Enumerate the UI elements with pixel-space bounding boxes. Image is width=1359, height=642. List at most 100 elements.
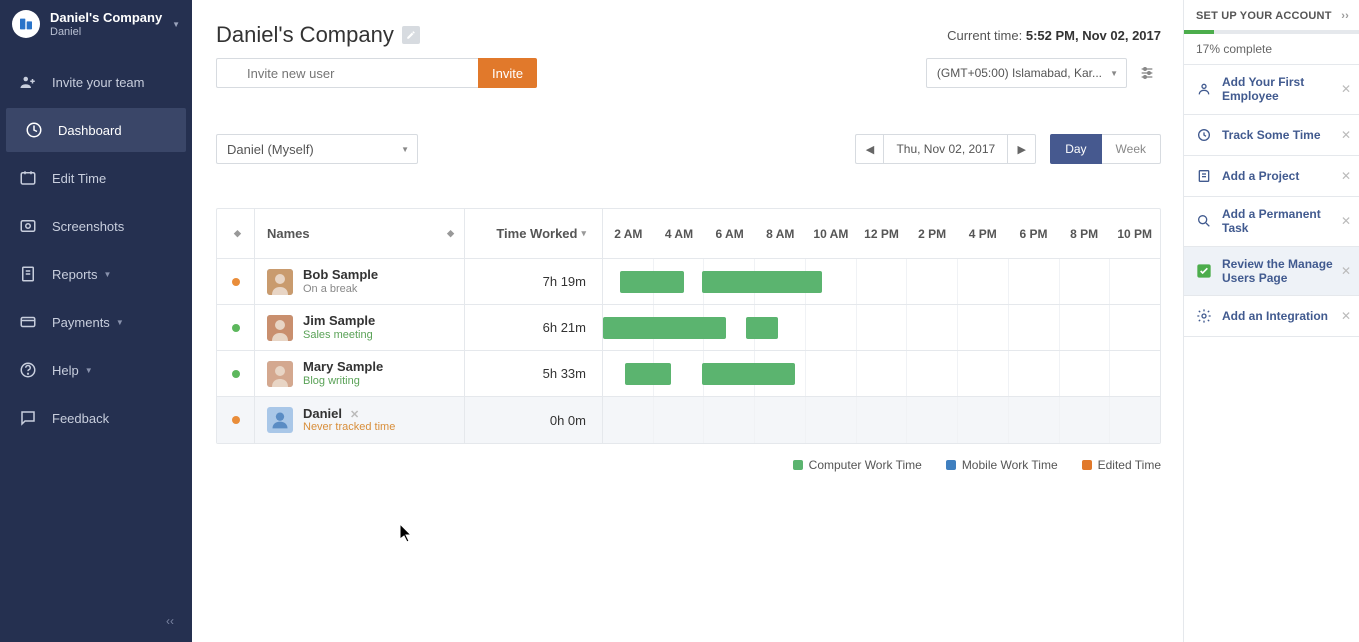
setup-task-item[interactable]: Add an Integration✕ [1184,296,1359,337]
sidebar-item-payments[interactable]: Payments▼ [0,300,192,344]
invite-button[interactable]: Invite [478,58,537,88]
setup-task-item[interactable]: Add Your First Employee✕ [1184,65,1359,115]
person-name: Mary Sample [303,360,383,374]
help-icon [18,360,38,380]
setup-percent-label: 17% complete [1184,42,1359,64]
avatar [267,407,293,433]
name-cell: Jim Sample Sales meeting [255,305,465,350]
sidebar-collapse-icon[interactable]: ‹‹ [166,614,174,628]
panel-collapse-icon[interactable]: ›› [1341,10,1349,22]
status-cell [217,305,255,350]
setup-task-label: Add Your First Employee [1222,75,1341,104]
sort-icon: ◆ [234,228,241,239]
remove-icon[interactable]: ✕ [350,409,359,421]
sort-icon: ◆ [447,228,454,239]
edit-title-button[interactable] [402,26,420,44]
view-week-button[interactable]: Week [1102,134,1161,164]
project-icon [1194,166,1214,186]
setup-task-label: Track Some Time [1222,128,1321,142]
person-status: Never tracked time [303,421,395,433]
hour-label: 2 AM [603,209,654,258]
hour-label: 2 PM [907,209,958,258]
user-filter-select[interactable]: Daniel (Myself) ▼ [216,134,418,164]
sidebar-item-label: Edit Time [52,171,106,186]
col-status-header[interactable]: ◆ [217,209,255,258]
table-header-row: ◆ Names ◆ Time Worked ▾ 2 AM4 AM6 AM8 AM… [217,209,1160,259]
sidebar-item-feedback[interactable]: Feedback [0,396,192,440]
hour-label: 10 PM [1109,209,1160,258]
sidebar-item-reports[interactable]: Reports ▼ [0,252,192,296]
legend-edited-label: Edited Time [1098,458,1161,472]
table-row[interactable]: Bob Sample On a break 7h 19m [217,259,1160,305]
date-next-button[interactable]: ▶ [1008,134,1036,164]
invite-icon [18,72,38,92]
sidebar-item-screenshots[interactable]: Screenshots [0,204,192,248]
chevron-down-icon: ▼ [104,270,112,279]
setup-task-item[interactable]: Add a Permanent Task✕ [1184,197,1359,247]
close-icon[interactable]: ✕ [1341,264,1351,278]
close-icon[interactable]: ✕ [1341,82,1351,96]
user-icon [1194,79,1214,99]
timezone-select[interactable]: (GMT+05:00) Islamabad, Kar... ▼ [926,58,1127,88]
timeline-bar[interactable] [702,363,794,385]
setup-task-item[interactable]: Review the Manage Users Page✕ [1184,247,1359,297]
hour-label: 8 PM [1059,209,1110,258]
hour-label: 8 AM [755,209,806,258]
timeline-bar[interactable] [625,363,671,385]
sidebar: Daniel's Company Daniel ▼ Invite your te… [0,0,192,642]
person-status: Sales meeting [303,329,375,341]
legend-computer: Computer Work Time [793,458,922,472]
hour-label: 4 PM [957,209,1008,258]
sidebar-item-help[interactable]: Help▼ [0,348,192,392]
timeline-bar[interactable] [603,317,726,339]
timeline-bar[interactable] [702,271,822,293]
clock-icon [1194,125,1214,145]
close-icon[interactable]: ✕ [1341,169,1351,183]
setup-task-item[interactable]: Track Some Time ✕ [1184,115,1359,156]
current-time: Current time: 5:52 PM, Nov 02, 2017 [947,28,1161,43]
company-header[interactable]: Daniel's Company Daniel ▼ [0,0,192,50]
table-row[interactable]: Jim Sample Sales meeting 6h 21m [217,305,1160,351]
close-icon[interactable]: ✕ [1341,128,1351,142]
name-cell: Bob Sample On a break [255,259,465,304]
table-row[interactable]: Mary Sample Blog writing 5h 33m [217,351,1160,397]
gear-icon [1194,306,1214,326]
setup-task-label: Review the Manage Users Page [1222,257,1341,286]
setup-task-item[interactable]: Add a Project✕ [1184,156,1359,197]
timezone-label: (GMT+05:00) Islamabad, Kar... [937,66,1102,80]
sidebar-item-label: Payments [52,315,110,330]
settings-icon[interactable] [1133,58,1161,88]
setup-progress-fill [1184,30,1214,34]
timeline-bar[interactable] [746,317,778,339]
edit-time-icon [18,168,38,188]
col-worked-label: Time Worked [496,226,577,241]
timeline-table: ◆ Names ◆ Time Worked ▾ 2 AM4 AM6 AM8 AM… [216,208,1161,444]
setup-panel-header: SET UP YOUR ACCOUNT ›› [1184,0,1359,30]
close-icon[interactable]: ✕ [1341,309,1351,323]
setup-panel: SET UP YOUR ACCOUNT ›› 17% complete Add … [1183,0,1359,642]
legend-swatch-orange [1082,460,1092,470]
person-name: Jim Sample [303,314,375,328]
view-day-button[interactable]: Day [1050,134,1101,164]
timeline-bar[interactable] [620,271,685,293]
company-logo-icon [12,10,40,38]
sidebar-item-edit-time[interactable]: Edit Time [0,156,192,200]
setup-progress [1184,30,1359,34]
sidebar-item-label: Reports [52,267,98,282]
chevron-down-icon: ▼ [1110,69,1118,78]
table-row[interactable]: Daniel✕ Never tracked time 0h 0m [217,397,1160,443]
legend-mobile: Mobile Work Time [946,458,1058,472]
col-names-header[interactable]: Names ◆ [255,209,465,258]
col-worked-header[interactable]: Time Worked ▾ [465,209,603,258]
sidebar-item-invite[interactable]: Invite your team [0,60,192,104]
chevron-down-icon: ▼ [172,20,180,29]
date-label[interactable]: Thu, Nov 02, 2017 [883,134,1008,164]
sidebar-item-label: Invite your team [52,75,145,90]
close-icon[interactable]: ✕ [1341,214,1351,228]
date-prev-button[interactable]: ◀ [855,134,883,164]
sidebar-item-dashboard[interactable]: Dashboard [6,108,186,152]
check-icon [1194,261,1214,281]
time-worked-cell: 7h 19m [465,259,603,304]
status-dot-icon [232,416,240,424]
invite-user-input[interactable] [216,58,478,88]
